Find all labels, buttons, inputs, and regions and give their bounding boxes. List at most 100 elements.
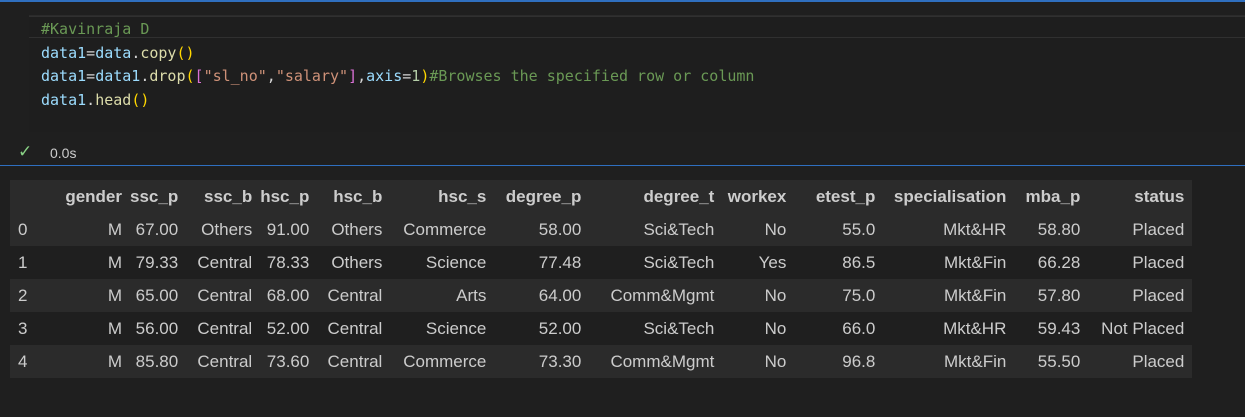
table-row: 2 M 65.00 Central 68.00 Central Arts 64.… [10,279,1193,312]
cell-degree-t: Sci&Tech [589,312,723,345]
row-index: 0 [10,213,49,246]
cell-gender: M [49,279,130,312]
header-ssc-b: ssc_b [186,180,261,213]
cell-hsc-s: Science [390,312,495,345]
code-token: () [176,43,195,62]
dataframe-table: gender ssc_p ssc_b hsc_p hsc_b hsc_s deg… [10,180,1193,378]
cell-status: Placed [1088,279,1193,312]
cell-status: Placed [1088,345,1193,378]
header-hsc-s: hsc_s [390,180,495,213]
code-token: () [131,90,150,109]
header-hsc-p: hsc_p [260,180,318,213]
code-token: data1 [95,67,141,85]
cell-degree-p: 77.48 [494,246,590,279]
output-divider [0,165,1245,166]
row-index: 1 [10,246,49,279]
code-token: head [95,90,132,109]
cell-degree-t: Comm&Mgmt [589,345,723,378]
cell-status: Placed [1088,246,1193,279]
code-token: drop [149,67,186,85]
row-index: 2 [10,279,49,312]
code-token: [ [194,67,204,85]
code-token: data1 [41,90,87,109]
cell-etest-p: 96.8 [794,345,884,378]
cell-etest-p: 55.0 [794,213,884,246]
table-row: 1 M 79.33 Central 78.33 Others Science 7… [10,246,1193,279]
cell-gender: M [49,345,130,378]
code-text[interactable]: #Kavinraja D data1=data.copy() data1=dat… [41,18,754,112]
cell-hsc-p: 78.33 [260,246,318,279]
cell-hsc-p: 52.00 [260,312,318,345]
code-token: ) [420,67,430,85]
cell-degree-p: 73.30 [494,345,590,378]
cell-focus-border [0,0,1245,2]
cell-ssc-b: Central [186,279,261,312]
header-specialisation: specialisation [883,180,1015,213]
cell-gender: M [49,312,130,345]
row-index: 3 [10,312,49,345]
cell-workex: No [722,345,795,378]
header-hsc-b: hsc_b [317,180,391,213]
cell-mba-p: 66.28 [1014,246,1089,279]
cell-degree-p: 58.00 [494,213,590,246]
cell-specialisation: Mkt&Fin [883,279,1015,312]
notebook-cell: #Kavinraja D data1=data.copy() data1=dat… [0,0,1245,417]
cell-mba-p: 57.80 [1014,279,1089,312]
cell-degree-t: Sci&Tech [589,246,723,279]
header-gender: gender [49,180,130,213]
cell-hsc-b: Others [317,246,391,279]
cell-hsc-p: 68.00 [260,279,318,312]
code-token: = [402,67,412,85]
table-row: 3 M 56.00 Central 52.00 Central Science … [10,312,1193,345]
cell-degree-p: 64.00 [494,279,590,312]
cell-hsc-p: 73.60 [260,345,318,378]
cell-specialisation: Mkt&Fin [883,246,1015,279]
cell-hsc-p: 91.00 [260,213,318,246]
cell-hsc-b: Central [317,345,391,378]
code-token: ] [348,67,358,85]
row-index: 4 [10,345,49,378]
code-token: , [266,67,276,85]
code-token: "salary" [275,67,349,85]
code-token: = [86,67,96,85]
table-row: 0 M 67.00 Others 91.00 Others Commerce 5… [10,213,1193,246]
cell-status-bar: ✓ 0.0s [0,140,1245,166]
code-token: . [86,90,96,109]
cell-ssc-b: Central [186,345,261,378]
cell-status: Placed [1088,213,1193,246]
code-token: #Browses the specified row or column [429,67,755,85]
code-token: . [131,43,141,62]
cell-hsc-b: Central [317,279,391,312]
cell-workex: No [722,279,795,312]
header-workex: workex [722,180,795,213]
code-token: ( [185,67,195,85]
cell-gender: M [49,246,130,279]
cell-etest-p: 75.0 [794,279,884,312]
check-icon: ✓ [18,142,33,162]
cell-mba-p: 55.50 [1014,345,1089,378]
cell-hsc-s: Commerce [390,213,495,246]
cell-ssc-p: 79.33 [130,246,187,279]
cell-hsc-s: Commerce [390,345,495,378]
cell-hsc-s: Science [390,246,495,279]
cell-mba-p: 58.80 [1014,213,1089,246]
cell-ssc-b: Others [186,213,261,246]
code-token: 1 [411,67,421,85]
code-editor[interactable]: #Kavinraja D data1=data.copy() data1=dat… [29,15,1245,132]
code-token: #Kavinraja D [41,20,150,38]
cell-specialisation: Mkt&HR [883,213,1015,246]
code-token: "sl_no" [203,67,267,85]
header-degree-p: degree_p [494,180,590,213]
cell-gender: M [49,213,130,246]
cell-workex: No [722,312,795,345]
table-row: 4 M 85.80 Central 73.60 Central Commerce… [10,345,1193,378]
code-token: , [357,67,367,85]
cell-hsc-b: Central [317,312,391,345]
cell-ssc-b: Central [186,312,261,345]
code-token: axis [366,67,403,85]
cell-ssc-p: 65.00 [130,279,187,312]
cell-etest-p: 86.5 [794,246,884,279]
code-token: data1 [41,67,87,85]
header-ssc-p: ssc_p [130,180,187,213]
cell-ssc-p: 67.00 [130,213,187,246]
